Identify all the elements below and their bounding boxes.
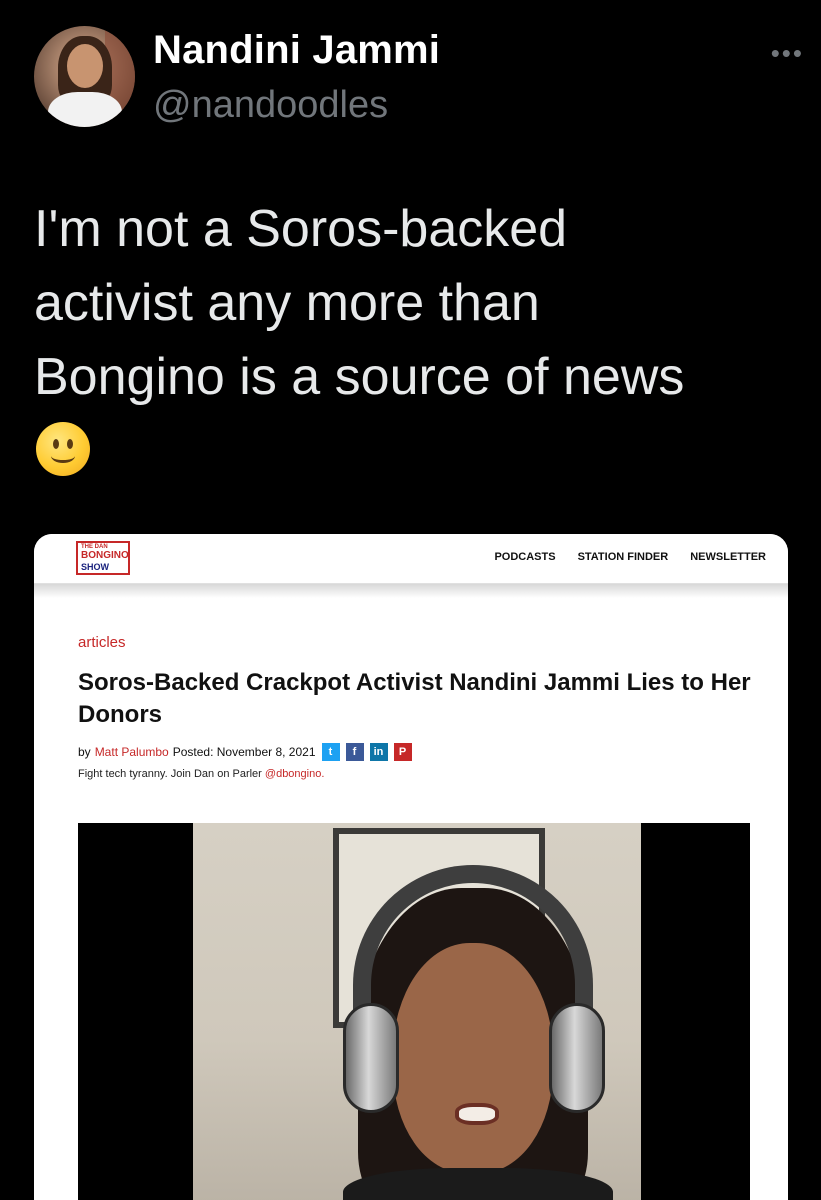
emoji-eye <box>53 439 59 449</box>
slightly-smiling-face-icon <box>36 422 90 476</box>
emoji-mouth <box>51 449 75 463</box>
author-name[interactable]: Nandini Jammi <box>153 28 440 73</box>
emoji-eye <box>67 439 73 449</box>
article-headline: Soros-Backed Crackpot Activist Nandini J… <box>78 669 751 728</box>
avatar[interactable] <box>34 26 135 127</box>
article-author: Matt Palumbo <box>94 745 169 759</box>
tweet-header: Nandini Jammi @nandoodles ••• <box>34 26 802 130</box>
article-video-still <box>78 823 750 1200</box>
author-handle[interactable]: @nandoodles <box>153 84 388 127</box>
nav-shadow <box>34 584 788 598</box>
video-room-background <box>193 823 641 1200</box>
parler-promo: Fight tech tyranny. Join Dan on Parler @… <box>78 768 324 780</box>
article-byline: by Matt Palumbo Posted: November 8, 2021… <box>78 743 412 761</box>
attached-image[interactable]: THE DAN BONGINO SHOW PODCASTS STATION FI… <box>34 534 788 1200</box>
byline-prefix: by <box>78 745 91 759</box>
avatar-face <box>67 44 103 88</box>
logo-bottom-text: SHOW <box>81 562 109 572</box>
tweet-text: I'm not a Soros-backed activist any more… <box>34 192 794 414</box>
headphones-right-cup <box>549 1003 605 1113</box>
logo-main-text: BONGINO <box>81 550 129 561</box>
nav-station-finder: STATION FINDER <box>577 551 669 563</box>
site-navbar: THE DAN BONGINO SHOW PODCASTS STATION FI… <box>34 534 788 584</box>
article-date: Posted: November 8, 2021 <box>172 745 316 759</box>
site-nav-links: PODCASTS STATION FINDER NEWSLETTER <box>494 551 766 563</box>
nav-newsletter: NEWSLETTER <box>690 551 766 563</box>
promo-handle: @dbongino. <box>264 768 325 780</box>
person-mouth <box>455 1103 499 1125</box>
promo-text: Fight tech tyranny. Join Dan on Parler <box>78 768 262 780</box>
more-horizontal-icon[interactable]: ••• <box>771 38 804 69</box>
person-shirt <box>343 1168 613 1200</box>
bongino-logo: THE DAN BONGINO SHOW <box>76 541 130 575</box>
tweet-text-line: I'm not a Soros-backed <box>34 200 568 258</box>
twitter-icon: t <box>321 743 340 761</box>
article-category: articles <box>78 634 126 651</box>
tweet-text-line: Bongino is a source of news <box>34 348 685 406</box>
nav-podcasts: PODCASTS <box>494 551 556 563</box>
avatar-body <box>48 92 122 127</box>
linkedin-icon: in <box>369 743 388 761</box>
tweet-text-line: activist any more than <box>34 274 540 332</box>
facebook-icon: f <box>345 743 364 761</box>
headphones-left-cup <box>343 1003 399 1113</box>
parler-icon: P <box>393 743 412 761</box>
